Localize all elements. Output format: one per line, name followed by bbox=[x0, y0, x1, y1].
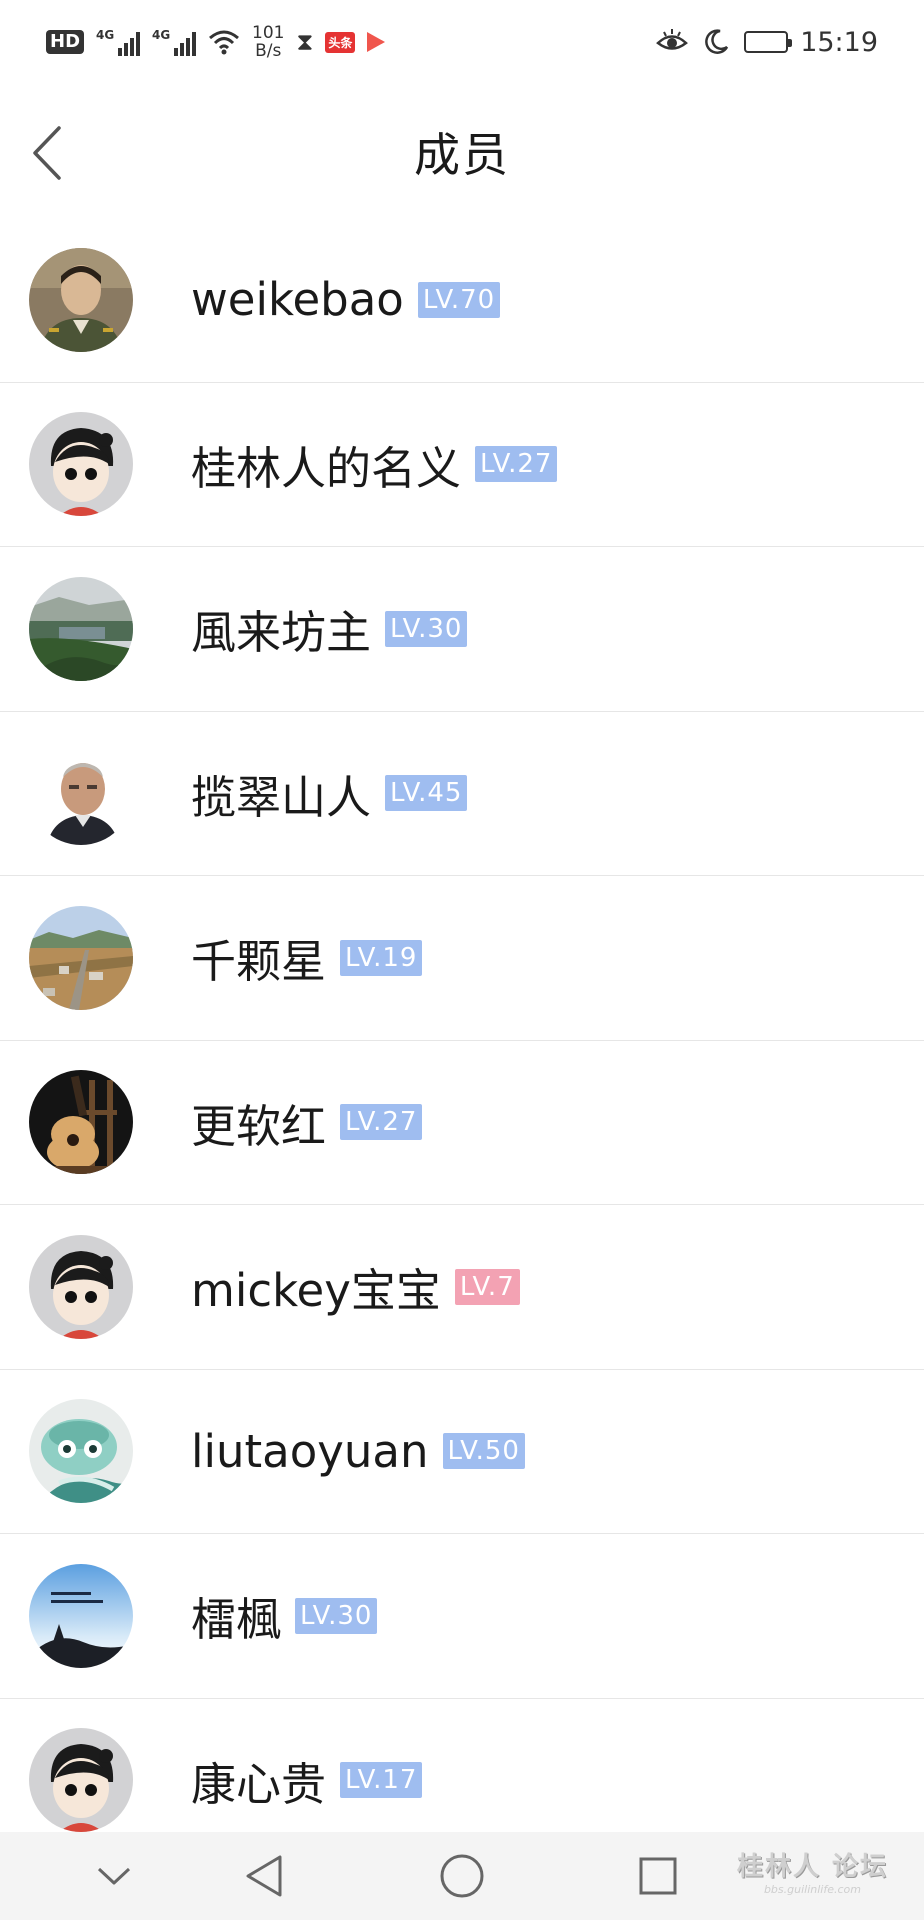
level-badge: LV.30 bbox=[295, 1597, 378, 1634]
member-name: 千颗星 bbox=[191, 935, 327, 989]
hd-icon: HD bbox=[46, 30, 85, 54]
signal-icon: 4G bbox=[96, 28, 141, 56]
avatar[interactable] bbox=[29, 576, 133, 681]
member-name: 檑楓 bbox=[191, 1593, 282, 1647]
list-item[interactable]: 檑楓 LV.30 bbox=[0, 1534, 924, 1699]
member-name: mickey宝宝 bbox=[191, 1264, 441, 1318]
member-name: liutaoyuan bbox=[191, 1424, 429, 1478]
hourglass-icon: ⧗ bbox=[296, 28, 314, 56]
level-badge: LV.19 bbox=[340, 939, 423, 976]
wifi-icon bbox=[209, 30, 239, 55]
header: 成员 bbox=[0, 84, 924, 220]
video-app-icon bbox=[367, 32, 386, 52]
chevron-down-icon bbox=[97, 1867, 131, 1885]
member-list: weikebao LV.70 桂林人的名义 LV.27 風来坊主 LV.30 揽… bbox=[0, 218, 924, 1863]
status-right: 15:19 bbox=[656, 27, 878, 58]
moon-icon bbox=[705, 29, 729, 54]
page-title: 成员 bbox=[414, 128, 510, 182]
avatar[interactable] bbox=[29, 1399, 133, 1504]
circle-home-icon bbox=[440, 1854, 484, 1898]
square-recents-icon bbox=[639, 1857, 677, 1895]
eye-comfort-icon bbox=[656, 29, 689, 50]
list-item[interactable]: liutaoyuan LV.50 bbox=[0, 1370, 924, 1534]
level-badge: LV.27 bbox=[340, 1104, 423, 1141]
network-speed: 101 B/s bbox=[252, 23, 285, 61]
watermark: 桂林人 论坛 bbs.guilinlife.com bbox=[736, 1852, 888, 1896]
member-name: 揽翠山人 bbox=[191, 770, 372, 824]
battery-icon bbox=[744, 31, 793, 53]
recents-nav-button[interactable] bbox=[634, 1852, 682, 1900]
avatar[interactable] bbox=[29, 905, 133, 1010]
system-nav-bar: 桂林人 论坛 bbs.guilinlife.com bbox=[0, 1832, 924, 1920]
back-button[interactable] bbox=[22, 118, 72, 188]
avatar[interactable] bbox=[29, 741, 133, 846]
collapse-nav-button[interactable] bbox=[90, 1852, 138, 1900]
level-badge: LV.7 bbox=[454, 1268, 520, 1305]
level-badge: LV.27 bbox=[475, 446, 558, 483]
level-badge: LV.70 bbox=[417, 281, 501, 318]
home-nav-button[interactable] bbox=[438, 1852, 486, 1900]
avatar[interactable] bbox=[29, 1234, 133, 1339]
status-left: HD 4G 4G 101 B/s ⧗ 头条 bbox=[46, 23, 386, 61]
member-name: 康心贵 bbox=[191, 1757, 327, 1811]
signal-icon-2: 4G bbox=[152, 28, 197, 56]
toutiao-icon: 头条 bbox=[325, 31, 356, 53]
avatar[interactable] bbox=[29, 247, 133, 352]
status-bar: HD 4G 4G 101 B/s ⧗ 头条 15:19 bbox=[0, 0, 924, 84]
level-badge: LV.17 bbox=[340, 1762, 423, 1799]
level-badge: LV.30 bbox=[385, 610, 468, 647]
avatar[interactable] bbox=[29, 412, 133, 517]
list-item[interactable]: 風来坊主 LV.30 bbox=[0, 547, 924, 712]
list-item[interactable]: mickey宝宝 LV.7 bbox=[0, 1205, 924, 1370]
level-badge: LV.50 bbox=[442, 1433, 525, 1470]
member-name: 更软红 bbox=[191, 1099, 327, 1153]
member-name: 桂林人的名义 bbox=[191, 441, 462, 495]
list-item[interactable]: weikebao LV.70 bbox=[0, 218, 924, 383]
list-item[interactable]: 揽翠山人 LV.45 bbox=[0, 712, 924, 876]
back-nav-button[interactable] bbox=[240, 1852, 288, 1900]
avatar[interactable] bbox=[29, 1728, 133, 1833]
level-badge: LV.45 bbox=[385, 775, 468, 812]
status-time: 15:19 bbox=[800, 26, 878, 58]
triangle-back-icon bbox=[246, 1855, 282, 1897]
member-name: 風来坊主 bbox=[191, 606, 372, 660]
member-name: weikebao bbox=[191, 273, 404, 327]
list-item[interactable]: 桂林人的名义 LV.27 bbox=[0, 383, 924, 547]
avatar[interactable] bbox=[29, 1563, 133, 1668]
avatar[interactable] bbox=[29, 1070, 133, 1175]
chevron-left-icon bbox=[33, 126, 61, 180]
list-item[interactable]: 更软红 LV.27 bbox=[0, 1041, 924, 1205]
list-item[interactable]: 千颗星 LV.19 bbox=[0, 876, 924, 1041]
